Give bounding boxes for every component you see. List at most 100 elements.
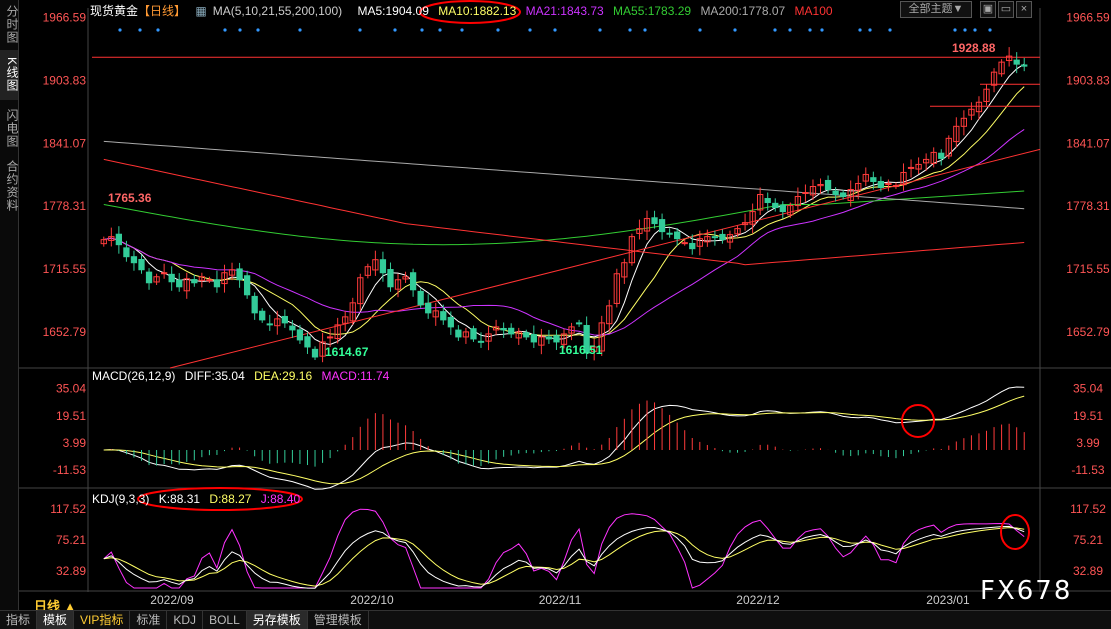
candle-body: [1021, 64, 1028, 67]
price-tick-left: 1966.59: [43, 10, 87, 24]
kdj-k-line: [103, 525, 1025, 589]
signal-dot: [643, 28, 647, 32]
price-tick-right: 1778.31: [1066, 199, 1110, 213]
candle-body: [530, 334, 537, 343]
candle-body: [138, 258, 145, 271]
signal-dot: [138, 28, 142, 32]
price-annotation: 1614.67: [325, 345, 369, 359]
instrument-name: 现货黄金: [90, 4, 139, 18]
ma200-value: MA200:1778.07: [700, 4, 786, 18]
tab-save-template[interactable]: 另存模板: [246, 611, 308, 629]
candle-body: [213, 279, 221, 288]
signal-dot: [868, 28, 872, 32]
candle-body: [387, 269, 394, 288]
ma55-line: [103, 190, 1025, 246]
price-annotation: 1616.51: [559, 343, 603, 357]
signal-dot: [973, 28, 977, 32]
theme-dropdown[interactable]: 全部主题▼: [900, 1, 972, 18]
macd-tick-left: 3.99: [63, 436, 87, 450]
date-tick: 2023/01: [926, 593, 970, 607]
kdj-tick-right: 117.52: [1070, 502, 1106, 516]
candle-body: [281, 315, 288, 324]
tab-template[interactable]: 模板: [37, 611, 75, 629]
candle-body: [251, 295, 258, 314]
candle-body: [674, 231, 681, 240]
tab-standard[interactable]: 标准: [130, 611, 168, 629]
candle-body: [409, 272, 417, 291]
fullscreen-icon[interactable]: ▣: [980, 1, 996, 18]
candle-body: [447, 316, 454, 328]
candle-body: [379, 259, 387, 274]
macd-dea-line: [103, 395, 1025, 485]
tab-boll[interactable]: BOLL: [203, 611, 247, 629]
chart-canvas: 1966.59 1966.59 1903.83 1903.83 1841.07 1841.…: [0, 0, 1111, 607]
signal-dot: [420, 28, 424, 32]
candle-body: [470, 328, 477, 340]
signal-dot: [773, 28, 777, 32]
close-icon[interactable]: ×: [1016, 1, 1032, 18]
kdj-header: KDJ(9,3,3) K:88.31 D:88.27 J:88.40: [92, 492, 306, 506]
ma10-value: MA10:1882.13: [438, 4, 517, 18]
candle-body: [681, 242, 688, 245]
candle-body: [877, 180, 885, 188]
left-tab-strip: 分时图 K线图 闪电图 合约资料: [0, 0, 19, 610]
candle-body: [779, 204, 786, 213]
candle-body: [500, 327, 507, 331]
candle-body: [802, 192, 809, 195]
candle-body: [311, 348, 319, 358]
candle-body: [666, 232, 673, 235]
signal-dot: [733, 28, 737, 32]
signal-dot: [238, 28, 242, 32]
signal-dot: [788, 28, 792, 32]
candle-body: [719, 233, 726, 241]
signal-dot: [953, 28, 957, 32]
candle-body: [130, 256, 138, 264]
ma5-value: MA5:1904.09: [357, 4, 429, 18]
signal-dot: [988, 28, 992, 32]
price-tick-left: 1652.79: [43, 325, 87, 339]
signal-dot: [528, 28, 532, 32]
date-tick: 2022/11: [539, 593, 582, 607]
price-annotation: 1928.88: [952, 41, 996, 55]
signal-dot: [628, 28, 632, 32]
axis-labels: 1966.59 1966.59 1903.83 1903.83 1841.07 1841.…: [43, 10, 1110, 607]
price-tick-left: 1715.55: [43, 262, 87, 276]
price-tick-left: 1903.83: [43, 73, 87, 87]
candle-body: [508, 327, 515, 335]
ma5-line: [103, 63, 1025, 346]
kdj-tick-right: 75.21: [1073, 533, 1103, 547]
signal-dot: [298, 28, 302, 32]
trend-lines: [92, 56, 1041, 369]
signal-dot: [598, 28, 602, 32]
kdj-tick-left: 117.52: [50, 502, 86, 516]
candle-body: [266, 323, 273, 326]
candle-body: [870, 177, 877, 182]
tab-indicators[interactable]: 指标: [0, 611, 38, 629]
restore-icon[interactable]: ▭: [998, 1, 1014, 18]
candle-body: [206, 279, 213, 282]
macd-param-label: MACD(26,12,9): [92, 369, 176, 383]
highlight-kdj-cross: [1000, 514, 1030, 550]
signal-dot: [698, 28, 702, 32]
candle-body: [772, 202, 779, 209]
kdj-k: K:88.31: [158, 492, 201, 506]
kdj-d: D:88.27: [209, 492, 252, 506]
macd-tick-right: 19.51: [1073, 409, 1103, 423]
tab-kline[interactable]: K线图: [0, 50, 19, 100]
kdj-param-label: KDJ(9,3,3): [92, 492, 150, 506]
macd-panel: [110, 400, 1025, 467]
macd-tick-right: -11.53: [1071, 463, 1104, 477]
date-tick: 2022/09: [150, 593, 194, 607]
tab-contract[interactable]: 合约资料: [0, 156, 19, 216]
macd-diff: DIFF:35.04: [184, 369, 245, 383]
tab-kdj[interactable]: KDJ: [167, 611, 204, 629]
tab-flash[interactable]: 闪电图: [0, 104, 19, 152]
signal-dot: [460, 28, 464, 32]
tab-timeshare[interactable]: 分时图: [0, 4, 19, 44]
signal-dot: [256, 28, 260, 32]
macd-tick-right: 3.99: [1076, 436, 1100, 450]
tab-manage-templates[interactable]: 管理模板: [308, 611, 369, 629]
candle-body: [425, 302, 432, 314]
tab-vip-indicators[interactable]: VIP指标: [74, 611, 131, 629]
ma21-value: MA21:1843.73: [525, 4, 604, 18]
